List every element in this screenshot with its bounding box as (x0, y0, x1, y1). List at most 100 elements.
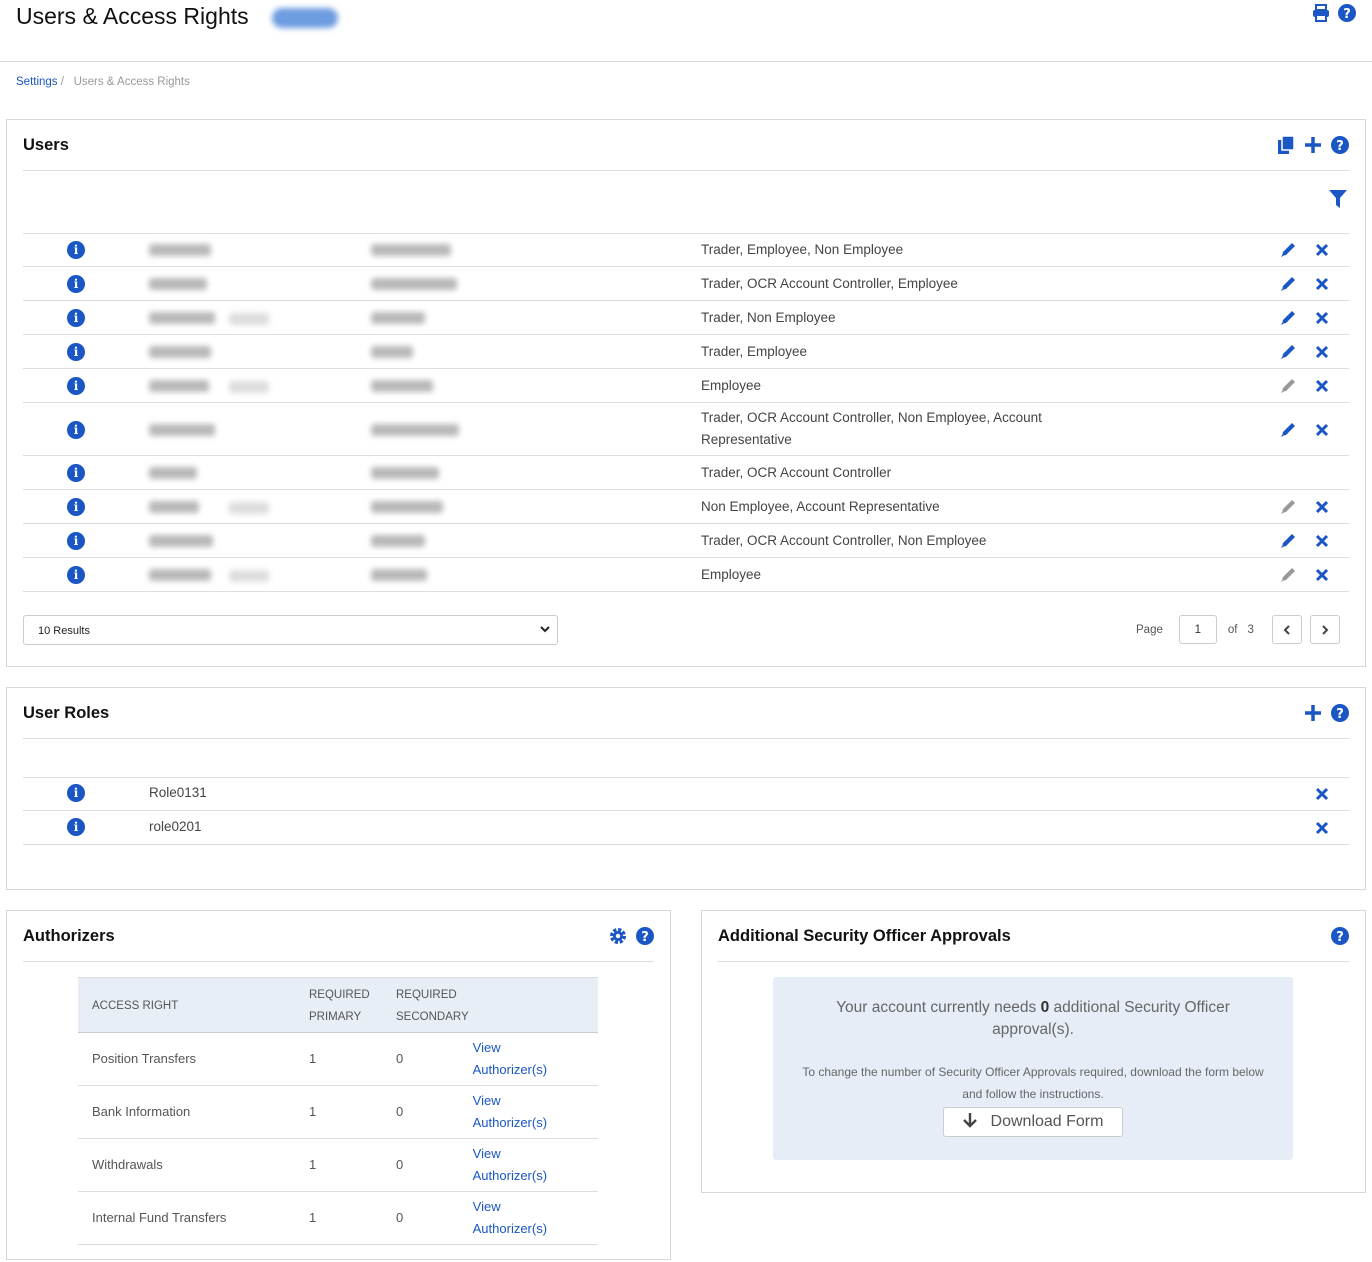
pending-tag-redacted (229, 313, 269, 325)
role-name[interactable]: role0201 (149, 819, 202, 834)
info-icon[interactable]: i (67, 818, 85, 836)
view-authorizers-link[interactable]: View Authorizer(s) (473, 1143, 563, 1187)
authorizers-title: Authorizers (23, 926, 115, 945)
user-id-redacted (149, 423, 215, 436)
user-id-redacted (149, 535, 213, 547)
col-access-right: ACCESS RIGHT (78, 977, 295, 1033)
user-id-redacted (149, 346, 211, 358)
info-icon[interactable]: i (67, 532, 85, 550)
results-per-page-select[interactable]: 10 Results (23, 615, 558, 645)
user-roles: Trader, OCR Account Controller, Non Empl… (701, 410, 1042, 447)
delete-icon[interactable] (1312, 240, 1332, 260)
help-icon[interactable]: ? (1331, 704, 1349, 722)
delete-icon[interactable] (1312, 308, 1332, 328)
user-roles-panel: User Roles ? i Role0131 i role0201 (6, 687, 1366, 890)
user-name-redacted (371, 380, 433, 392)
next-page-button[interactable] (1309, 615, 1340, 644)
prev-page-button[interactable] (1271, 615, 1302, 644)
delete-icon[interactable] (1312, 420, 1332, 440)
role-row: i Role0131 (23, 777, 1349, 811)
delete-icon[interactable] (1312, 497, 1332, 517)
info-icon[interactable]: i (67, 377, 85, 395)
info-icon[interactable]: i (67, 420, 85, 439)
delete-icon[interactable] (1312, 818, 1332, 838)
edit-icon[interactable] (1278, 274, 1298, 294)
user-name-redacted (371, 244, 451, 256)
info-icon[interactable]: i (67, 309, 85, 327)
required-secondary: 0 (382, 1032, 473, 1086)
info-icon[interactable]: i (67, 498, 85, 516)
help-icon[interactable]: ? (636, 927, 654, 945)
print-icon[interactable] (1312, 4, 1330, 22)
add-user-icon[interactable] (1304, 136, 1322, 154)
info-icon[interactable]: i (67, 241, 85, 259)
info-icon[interactable]: i (67, 784, 85, 802)
copy-icon[interactable] (1277, 136, 1295, 154)
download-form-button[interactable]: Download Form (943, 1107, 1123, 1137)
required-secondary: 0 (382, 1191, 473, 1245)
view-authorizers-link[interactable]: View Authorizer(s) (473, 1196, 563, 1240)
delete-icon[interactable] (1312, 784, 1332, 804)
user-roles: Non Employee, Account Representative (701, 499, 940, 514)
user-roles-title: User Roles (23, 703, 110, 722)
arrow-down-icon (962, 1112, 977, 1133)
security-title: Additional Security Officer Approvals (718, 926, 1011, 945)
table-row: i Employee (23, 369, 1349, 403)
svg-text:?: ? (1343, 7, 1351, 22)
pending-tag-redacted (229, 570, 269, 582)
security-info-box: Your account currently needs 0 additiona… (773, 977, 1293, 1160)
add-role-icon[interactable] (1304, 704, 1322, 722)
svg-text:?: ? (1336, 707, 1344, 722)
table-row: i Trader, OCR Account Controller (23, 456, 1349, 490)
edit-icon (1278, 565, 1298, 585)
edit-icon[interactable] (1278, 342, 1298, 362)
authorizers-table: ACCESS RIGHT REQUIRED PRIMARY REQUIRED S… (78, 977, 598, 1245)
user-name-redacted (371, 423, 459, 436)
pagination: Page 1 of 3 (1136, 615, 1340, 644)
breadcrumb: Settings / Users & Access Rights (16, 76, 190, 88)
required-secondary: 0 (382, 1138, 473, 1192)
required-primary: 1 (295, 1085, 382, 1139)
pending-tag-redacted (229, 381, 269, 393)
edit-icon[interactable] (1278, 308, 1298, 328)
role-name[interactable]: Role0131 (149, 785, 207, 800)
edit-icon[interactable] (1278, 420, 1298, 440)
info-icon[interactable]: i (67, 566, 85, 584)
col-required-primary: REQUIRED PRIMARY (295, 977, 382, 1033)
authorizer-row: Bank Information 1 0 View Authorizer(s) (78, 1085, 598, 1139)
edit-icon[interactable] (1278, 531, 1298, 551)
breadcrumb-current: Users & Access Rights (73, 76, 190, 88)
table-row: i Trader, Employee (23, 335, 1349, 369)
table-row: i Trader, Non Employee (23, 301, 1349, 335)
page-label: Page (1136, 623, 1163, 636)
help-icon[interactable]: ? (1331, 927, 1349, 945)
info-icon[interactable]: i (67, 275, 85, 293)
view-authorizers-link[interactable]: View Authorizer(s) (473, 1037, 563, 1081)
delete-icon[interactable] (1312, 565, 1332, 585)
breadcrumb-settings[interactable]: Settings (16, 76, 58, 88)
gear-icon[interactable] (609, 927, 627, 945)
delete-icon[interactable] (1312, 376, 1332, 396)
filter-icon[interactable] (1328, 189, 1348, 209)
help-icon[interactable]: ? (1338, 4, 1356, 22)
page-input[interactable]: 1 (1178, 615, 1217, 644)
table-row: i Trader, Employee, Non Employee (23, 233, 1349, 267)
users-title: Users (23, 135, 69, 154)
delete-icon[interactable] (1312, 531, 1332, 551)
breadcrumb-separator: / (60, 76, 64, 88)
user-roles: Trader, OCR Account Controller (701, 465, 892, 480)
help-icon[interactable]: ? (1331, 136, 1349, 154)
role-row: i role0201 (23, 811, 1349, 845)
status-badge (272, 8, 338, 28)
delete-icon[interactable] (1312, 342, 1332, 362)
info-icon[interactable]: i (67, 343, 85, 361)
view-authorizers-link[interactable]: View Authorizer(s) (473, 1090, 563, 1134)
edit-icon[interactable] (1278, 240, 1298, 260)
user-roles: Trader, OCR Account Controller, Non Empl… (701, 533, 987, 548)
delete-icon[interactable] (1312, 274, 1332, 294)
security-message: Your account currently needs 0 additiona… (836, 999, 1230, 1038)
svg-text:?: ? (1336, 930, 1344, 945)
info-icon[interactable]: i (67, 464, 85, 482)
chevron-down-icon (539, 623, 551, 638)
page-title: Users & Access Rights (16, 3, 249, 29)
